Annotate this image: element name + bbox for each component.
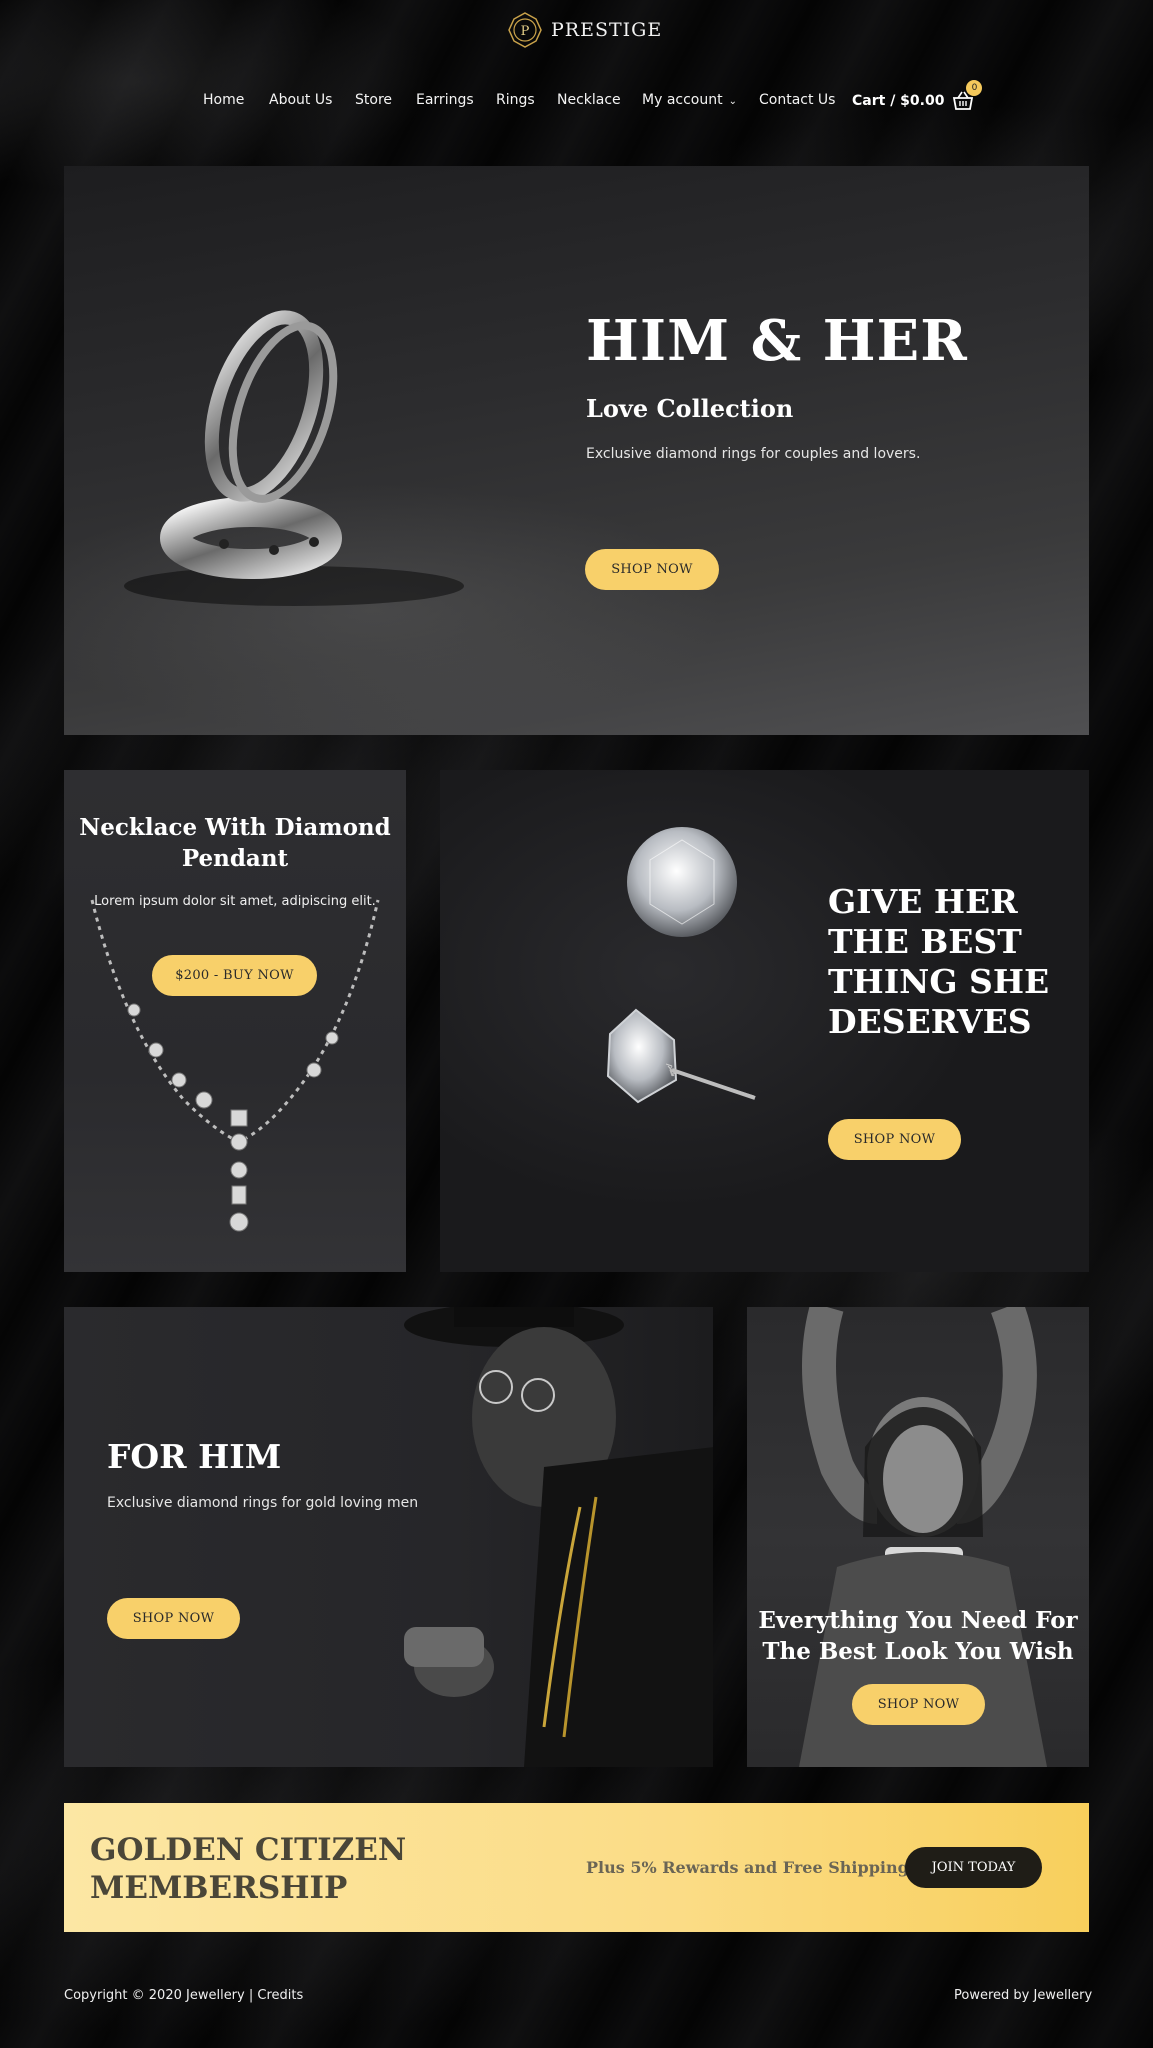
nav-my-account-label: My account — [642, 92, 723, 108]
hero-shop-now-button[interactable]: SHOP NOW — [585, 549, 719, 590]
woman-shop-now-button[interactable]: SHOP NOW — [852, 1684, 985, 1725]
earrings-card: GIVE HER THE BEST THING SHE DESERVES SHO… — [440, 770, 1089, 1272]
earrings-shop-now-button[interactable]: SHOP NOW — [828, 1119, 961, 1160]
membership-banner: GOLDEN CITIZEN MEMBERSHIP Plus 5% Reward… — [64, 1803, 1089, 1932]
membership-title: GOLDEN CITIZEN MEMBERSHIP — [90, 1831, 406, 1907]
earrings-title-line4: DESERVES — [828, 1002, 1032, 1041]
necklace-description: Lorem ipsum dolor sit amet, adipiscing e… — [94, 894, 376, 909]
copyright-text: Copyright © 2020 Jewellery | — [64, 1988, 258, 2003]
for-him-title: FOR HIM — [107, 1437, 282, 1476]
woman-card-title-line1: Everything You Need For — [758, 1607, 1078, 1634]
nav-home[interactable]: Home — [203, 92, 244, 108]
man-portrait-image — [404, 1307, 713, 1767]
chevron-down-icon: ⌄ — [728, 96, 737, 107]
woman-card-title: Everything You Need For The Best Look Yo… — [747, 1605, 1089, 1667]
credits-link[interactable]: Credits — [257, 1988, 303, 2003]
membership-offer: Plus 5% Rewards and Free Shipping — [586, 1858, 909, 1877]
cart-button[interactable]: Cart / $0.00 0 — [852, 80, 983, 112]
basket-icon: 0 — [952, 80, 983, 112]
for-him-description: Exclusive diamond rings for gold loving … — [107, 1495, 419, 1511]
logo[interactable]: P PRESTIGE — [507, 10, 662, 50]
hero-description: Exclusive diamond rings for couples and … — [586, 446, 921, 462]
earrings-title-line3: THING SHE — [828, 962, 1050, 1001]
nav-my-account[interactable]: My account ⌄ — [642, 92, 737, 108]
necklace-card: Necklace With Diamond Pendant Lorem ipsu… — [64, 770, 406, 1272]
nav-necklace[interactable]: Necklace — [557, 92, 621, 108]
hero-banner: HIM & HER Love Collection Exclusive diam… — [64, 166, 1089, 735]
nav-rings[interactable]: Rings — [496, 92, 535, 108]
nav-earrings[interactable]: Earrings — [416, 92, 474, 108]
diamond-earrings-image — [606, 827, 756, 1104]
necklace-title: Necklace With Diamond Pendant — [64, 812, 406, 874]
necklace-title-line2: Pendant — [181, 845, 289, 872]
earrings-title-line1: GIVE HER — [828, 882, 1018, 921]
woman-look-card: Everything You Need For The Best Look Yo… — [747, 1307, 1089, 1767]
cart-label: Cart / $0.00 — [852, 93, 945, 109]
necklace-buy-now-button[interactable]: $200 - BUY NOW — [152, 955, 317, 996]
logo-letter: P — [521, 24, 530, 39]
necklace-title-line1: Necklace With Diamond — [79, 814, 391, 841]
join-today-button[interactable]: JOIN TODAY — [905, 1847, 1042, 1888]
logo-emblem-icon: P — [508, 12, 542, 48]
footer-powered-by: Powered by Jewellery — [954, 1988, 1093, 2003]
earrings-title: GIVE HER THE BEST THING SHE DESERVES — [828, 882, 1078, 1042]
for-him-card: FOR HIM Exclusive diamond rings for gold… — [64, 1307, 713, 1767]
nav-store[interactable]: Store — [355, 92, 392, 108]
rings-image — [124, 310, 464, 606]
hero-title: HIM & HER — [586, 308, 968, 374]
woman-card-title-line2: The Best Look You Wish — [762, 1638, 1074, 1665]
nav-about-us[interactable]: About Us — [269, 92, 332, 108]
for-him-shop-now-button[interactable]: SHOP NOW — [107, 1598, 240, 1639]
logo-text: PRESTIGE — [551, 19, 663, 41]
footer-copyright: Copyright © 2020 Jewellery | Credits — [64, 1988, 303, 2003]
membership-title-line2: MEMBERSHIP — [90, 1870, 348, 1906]
hero-subtitle: Love Collection — [586, 394, 794, 423]
nav-contact-us[interactable]: Contact Us — [759, 92, 835, 108]
membership-title-line1: GOLDEN CITIZEN — [90, 1832, 407, 1868]
earrings-title-line2: THE BEST — [828, 922, 1022, 961]
